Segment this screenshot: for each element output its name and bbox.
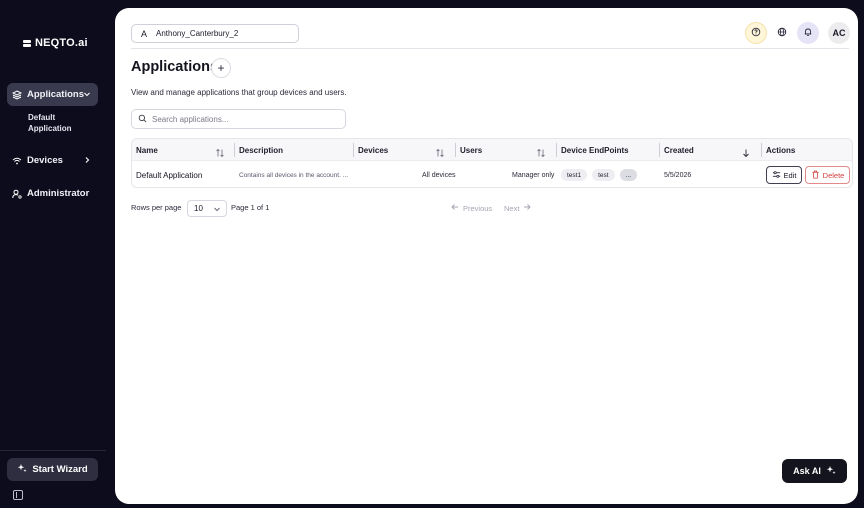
next-button[interactable]: Next: [504, 203, 532, 213]
more-endpoints-chip[interactable]: ...: [619, 169, 637, 181]
page-subtitle: View and manage applications that group …: [131, 88, 347, 97]
search-input[interactable]: [152, 114, 337, 124]
sidebar-item-applications[interactable]: Applications: [7, 83, 98, 106]
logo: NEQTO.ai: [23, 37, 88, 49]
rows-per-page-label: Rows per page: [131, 203, 182, 212]
wifi-icon: [12, 156, 22, 166]
chevron-down-icon: [213, 205, 221, 215]
trash-icon: [811, 170, 820, 181]
user-gear-icon: [12, 189, 22, 199]
account-name: Anthony_Canterbury_2: [156, 29, 239, 38]
start-wizard-label: Start Wizard: [32, 464, 88, 475]
header-divider: [131, 48, 849, 49]
rows-per-page-select[interactable]: 10: [187, 200, 227, 217]
rows-per-page-value: 10: [194, 204, 203, 213]
avatar[interactable]: AC: [828, 22, 850, 44]
chevron-right-icon: [82, 155, 92, 165]
add-application-button[interactable]: +: [211, 58, 231, 78]
sidebar-item-label: Applications: [27, 89, 85, 100]
sidebar: NEQTO.ai Applications Default Applicatio…: [0, 0, 114, 508]
help-circle-icon: [751, 24, 761, 42]
arrow-right-icon: [523, 203, 532, 213]
cell-endpoints: test1 test ...: [561, 161, 642, 189]
sidebar-divider: [0, 450, 106, 451]
main-panel: A Anthony_Canterbury_2 AC Applications +…: [115, 8, 858, 504]
page-info: Page 1 of 1: [231, 203, 270, 212]
edit-label: Edit: [783, 170, 797, 180]
arrow-left-icon: [451, 203, 459, 213]
column-header-device-endpoints: Device EndPoints: [561, 145, 629, 155]
previous-button[interactable]: Previous: [451, 203, 492, 213]
column-header-devices[interactable]: Devices: [354, 139, 388, 161]
logo-mark-icon: [23, 39, 31, 48]
sort-icon[interactable]: [215, 145, 225, 158]
sidebar-subitem-default-application[interactable]: Default Application: [28, 112, 88, 134]
sidebar-collapse-icon[interactable]: [13, 490, 23, 500]
column-header-created[interactable]: Created: [660, 139, 694, 161]
sidebar-item-devices[interactable]: Devices: [7, 149, 98, 172]
sidebar-item-label: Administrator: [27, 188, 90, 199]
applications-table: Name Description Devices Users Device En…: [131, 138, 853, 188]
edit-button[interactable]: Edit: [766, 166, 802, 184]
cell-users: Manager only: [512, 171, 555, 179]
page-title: Applications: [131, 59, 219, 75]
sort-icon[interactable]: [536, 145, 546, 158]
chevron-down-icon: [82, 89, 92, 99]
sidebar-item-administrator[interactable]: Administrator: [7, 182, 98, 205]
column-header-actions: Actions: [766, 145, 796, 155]
endpoint-chip: test: [592, 169, 615, 181]
help-button[interactable]: [745, 22, 767, 44]
account-initial: A: [141, 28, 148, 39]
sort-icon[interactable]: [435, 145, 445, 158]
logo-text: NEQTO.ai: [35, 37, 88, 49]
delete-button[interactable]: Delete: [805, 166, 850, 184]
cell-devices: All devices: [422, 171, 456, 179]
sidebar-item-label: Devices: [27, 155, 63, 166]
sliders-icon: [772, 170, 781, 181]
sparkle-icon: [17, 463, 27, 476]
cell-created: 5/5/2026: [664, 171, 692, 179]
account-selector[interactable]: A Anthony_Canterbury_2: [131, 24, 299, 43]
search-icon: [138, 110, 147, 128]
sparkle-icon: [826, 465, 836, 477]
table-header: Name Description Devices Users Device En…: [132, 139, 852, 161]
column-header-description: Description: [239, 145, 284, 155]
ask-ai-label: Ask AI: [793, 466, 821, 476]
cell-description: Contains all devices in the account. ...: [239, 171, 349, 179]
column-header-users[interactable]: Users: [456, 139, 482, 161]
column-header-name[interactable]: Name: [132, 139, 158, 161]
previous-label: Previous: [463, 203, 493, 213]
endpoint-chip: test1: [561, 169, 588, 181]
layers-icon: [12, 89, 22, 100]
notifications-button[interactable]: [797, 22, 819, 44]
start-wizard-button[interactable]: Start Wizard: [7, 458, 98, 481]
delete-label: Delete: [822, 170, 845, 180]
ask-ai-button[interactable]: Ask AI: [782, 459, 847, 483]
search-box: [131, 109, 346, 129]
sort-desc-icon[interactable]: [741, 145, 751, 158]
globe-icon: [777, 24, 787, 42]
bell-icon: [803, 24, 813, 42]
cell-name: Default Application: [136, 170, 203, 180]
next-label: Next: [504, 203, 520, 213]
language-button[interactable]: [771, 22, 793, 44]
